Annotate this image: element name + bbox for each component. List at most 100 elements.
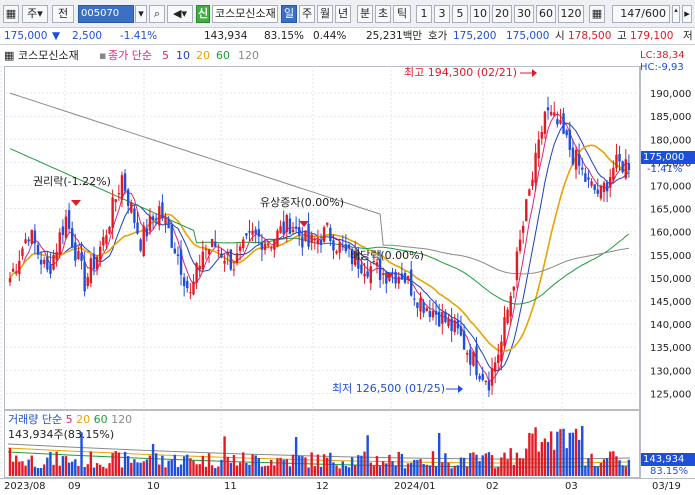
volume-bar <box>416 459 419 476</box>
volume-bar <box>385 463 388 476</box>
volume-bar <box>251 454 254 476</box>
volume-bar <box>173 454 177 476</box>
volume-bar <box>39 467 43 476</box>
candle-body <box>319 239 323 246</box>
candle-body <box>279 226 282 233</box>
candle-body <box>294 226 298 229</box>
candle-body <box>92 253 96 269</box>
candle-body <box>347 244 351 248</box>
capital-annotation: 유상증자(0.00%) <box>260 196 344 209</box>
candle-body <box>444 311 447 323</box>
volume-bar <box>462 457 466 476</box>
candle-body <box>276 230 279 247</box>
volume-bar <box>456 465 460 476</box>
low-arrow-head <box>458 385 463 393</box>
candle-body <box>618 153 621 162</box>
candle-body <box>605 182 609 192</box>
volume-bar <box>512 464 516 476</box>
volume-bar <box>139 462 142 476</box>
volume-bar <box>326 457 329 476</box>
volume-bar <box>441 462 444 476</box>
volume-bar <box>459 457 463 476</box>
candle-body <box>130 202 133 213</box>
volume-bar <box>238 462 242 476</box>
volume-bar <box>375 456 379 476</box>
candle-body <box>15 271 18 274</box>
x-tick-label: 2023/08 <box>4 481 46 492</box>
candle-body <box>58 232 61 255</box>
volume-bar <box>235 465 239 476</box>
volume-bar <box>294 436 298 476</box>
candle-body <box>245 233 248 236</box>
candle-body <box>251 230 254 235</box>
candle-body <box>375 262 379 267</box>
volume-bar <box>503 452 506 476</box>
price-tick-label: 160,000 <box>650 228 691 239</box>
candle-body <box>512 286 516 291</box>
volume-bar <box>344 465 348 476</box>
candle-body <box>363 273 366 277</box>
volume-bar <box>30 455 33 476</box>
volume-bar <box>245 462 248 476</box>
candle-body <box>307 223 310 247</box>
candle-body <box>565 130 568 136</box>
volume-bar <box>254 455 257 476</box>
candle-body <box>540 132 544 139</box>
volume-bar <box>621 465 624 476</box>
candle-body <box>83 261 86 292</box>
volume-bar <box>571 432 575 476</box>
candle-body <box>266 243 270 246</box>
candle-body <box>609 176 612 188</box>
volume-bar <box>151 444 155 476</box>
volume-bar <box>55 451 58 476</box>
volume-bar <box>475 454 478 476</box>
candle-body <box>105 235 108 244</box>
volume-bar <box>332 462 335 476</box>
candle-body <box>577 154 581 166</box>
volume-bar <box>154 453 158 476</box>
candle-body <box>450 318 453 331</box>
price-tick-label: 180,000 <box>650 135 691 146</box>
volume-bar <box>590 453 593 476</box>
volume-bar <box>229 462 233 476</box>
candle-body <box>621 161 624 173</box>
price-tick-label: 145,000 <box>650 297 691 308</box>
candle-body <box>559 119 562 124</box>
candle-body <box>509 295 512 317</box>
candle-body <box>487 380 491 391</box>
volume-bar <box>581 426 584 476</box>
volume-bar <box>301 456 304 476</box>
candle-body <box>599 185 603 199</box>
candle-body <box>624 159 627 179</box>
volume-bar <box>61 456 65 476</box>
candle-body <box>120 175 124 200</box>
volume-bar <box>329 452 332 476</box>
candle-body <box>148 215 152 231</box>
volume-bar <box>266 465 270 476</box>
candle-body <box>484 380 488 383</box>
volume-bar <box>484 453 488 476</box>
candle-body <box>61 226 65 236</box>
candle-body <box>167 219 170 229</box>
volume-bar <box>437 433 441 476</box>
candle-body <box>36 244 40 255</box>
volume-bar <box>322 454 326 476</box>
candle-body <box>500 341 503 362</box>
candle-body <box>176 254 180 256</box>
axis-labels: 190,000185,000180,000175,000170,000165,0… <box>650 89 691 400</box>
volume-bar <box>33 466 37 476</box>
volume-bar <box>282 459 285 476</box>
candle-body <box>114 199 117 203</box>
candle-body <box>151 216 155 221</box>
x-tick-label: 02 <box>486 481 499 492</box>
candle-body <box>189 292 192 294</box>
volume-bar <box>543 438 547 476</box>
volume-bar <box>276 458 279 476</box>
price-tick-label: 140,000 <box>650 320 691 331</box>
moving-average-lines <box>7 92 631 468</box>
candle-body <box>145 228 149 237</box>
candle-body <box>27 239 30 242</box>
volume-bar <box>478 461 481 476</box>
candle-body <box>8 278 12 283</box>
candle-body <box>553 112 556 116</box>
